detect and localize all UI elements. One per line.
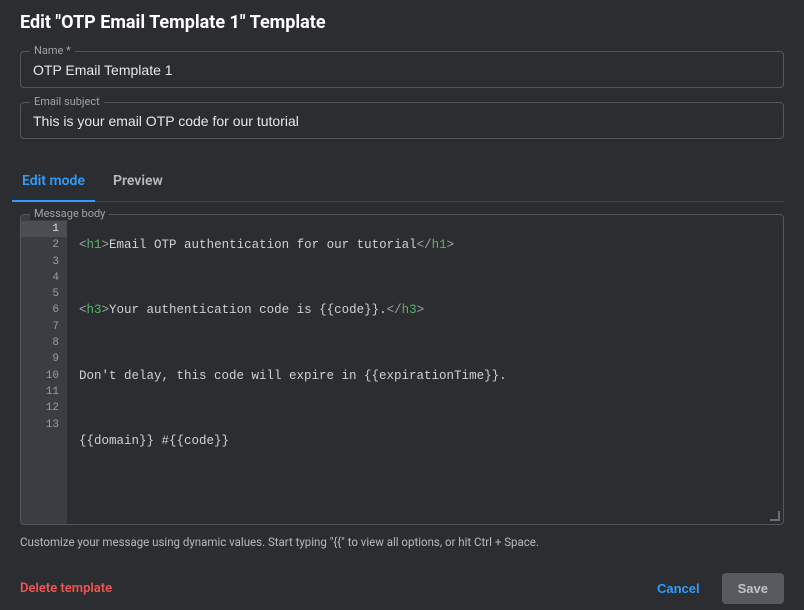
tab-preview[interactable]: Preview [111,163,165,201]
dialog-footer: Delete template Cancel Save [20,573,784,604]
cancel-button[interactable]: Cancel [641,573,716,604]
resize-handle-icon[interactable] [770,511,780,521]
delete-template-link[interactable]: Delete template [20,581,112,596]
dialog-title: Edit "OTP Email Template 1" Template [20,12,784,33]
edit-template-dialog: Edit "OTP Email Template 1" Template Nam… [0,0,804,610]
subject-input[interactable] [20,102,784,139]
save-button[interactable]: Save [722,573,784,604]
code-area[interactable]: <h1>Email OTP authentication for our tut… [67,215,783,524]
name-input[interactable] [20,51,784,88]
line-gutter: 12345678910111213 [21,215,67,524]
message-body-wrap: Message body 12345678910111213 <h1>Email… [20,214,784,525]
subject-field-label: Email subject [30,95,104,108]
code-editor[interactable]: 12345678910111213 <h1>Email OTP authenti… [20,214,784,525]
tabs-bar: Edit mode Preview [20,163,784,202]
tab-edit-mode[interactable]: Edit mode [20,163,87,201]
subject-field-wrap: Email subject [20,102,784,139]
message-body-label: Message body [30,207,109,220]
name-field-wrap: Name * [20,51,784,88]
helper-text: Customize your message using dynamic val… [20,535,784,549]
name-field-label: Name * [30,44,75,57]
